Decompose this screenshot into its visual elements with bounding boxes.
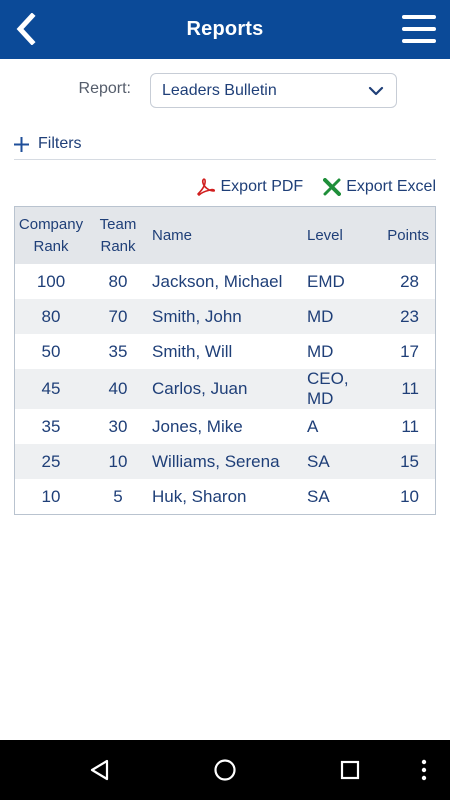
- report-label: Report:: [78, 80, 131, 97]
- menu-line-icon: [402, 15, 436, 19]
- cell-name: Huk, Sharon: [152, 486, 247, 506]
- table-body: 100 80 Jackson, Michael EMD 28 80 70 Smi…: [15, 264, 435, 514]
- table-row[interactable]: 35 30 Jones, Mike A 11: [15, 409, 435, 444]
- cell-company-rank: 10: [41, 486, 61, 506]
- more-vert-icon: [421, 759, 427, 781]
- cell-team-rank: 80: [108, 271, 128, 291]
- app-root: Reports Report: Leaders Bulletin Filters: [0, 0, 450, 800]
- nav-back-button[interactable]: [82, 740, 118, 800]
- cell-points: 23: [400, 306, 419, 326]
- cell-points: 28: [400, 271, 419, 291]
- pdf-icon: [196, 178, 215, 196]
- header-team-rank[interactable]: Team Rank: [87, 207, 149, 264]
- cell-company-rank: 45: [41, 379, 61, 398]
- filters-divider: [14, 159, 436, 160]
- cell-level: A: [307, 416, 319, 436]
- chevron-down-icon: [368, 86, 384, 96]
- cell-points: 15: [400, 451, 419, 471]
- table-row[interactable]: 45 40 Carlos, Juan CEO, MD 11: [15, 369, 435, 409]
- nav-more-button[interactable]: [412, 740, 436, 800]
- leaders-table: Company Rank Team Rank Name Level Points…: [14, 206, 436, 515]
- header-team-rank-line2: Rank: [100, 237, 136, 255]
- cell-level: SA: [307, 451, 330, 471]
- export-pdf-button[interactable]: Export PDF: [196, 177, 304, 197]
- report-dropdown[interactable]: Leaders Bulletin: [150, 73, 397, 108]
- cell-level: MD: [307, 341, 334, 361]
- cell-points: 10: [400, 486, 419, 506]
- cell-name: Carlos, Juan: [152, 379, 248, 398]
- plus-icon: [14, 136, 29, 152]
- export-actions: Export PDF Export Excel: [196, 175, 436, 199]
- cell-team-rank: 35: [108, 341, 128, 361]
- header-company-rank[interactable]: Company Rank: [15, 207, 87, 264]
- cell-name: Williams, Serena: [152, 451, 280, 471]
- header-level[interactable]: Level: [307, 207, 379, 264]
- table-row[interactable]: 80 70 Smith, John MD 23: [15, 299, 435, 334]
- cell-team-rank: 5: [113, 486, 123, 506]
- cell-points: 17: [400, 341, 419, 361]
- back-button[interactable]: [8, 10, 44, 48]
- nav-recents-button[interactable]: [332, 740, 368, 800]
- cell-company-rank: 35: [41, 416, 61, 436]
- cell-company-rank: 100: [36, 271, 66, 291]
- header-points[interactable]: Points: [379, 207, 435, 264]
- report-selector-row: Report: Leaders Bulletin: [0, 73, 450, 109]
- cell-level: CEO, MD: [307, 369, 349, 408]
- cell-points: 11: [401, 416, 419, 436]
- header-company-rank-line2: Rank: [33, 237, 69, 255]
- excel-icon: [323, 178, 342, 196]
- table-row[interactable]: 50 35 Smith, Will MD 17: [15, 334, 435, 369]
- report-table: Company Rank Team Rank Name Level Points…: [15, 207, 435, 514]
- table-header: Company Rank Team Rank Name Level Points: [15, 207, 435, 264]
- back-triangle-icon: [90, 759, 109, 781]
- header-team-rank-line1: Team: [99, 215, 137, 233]
- page-title: Reports: [186, 18, 264, 40]
- filters-toggle[interactable]: Filters: [13, 132, 82, 156]
- cell-points: 11: [401, 379, 419, 398]
- chevron-left-icon: [16, 13, 36, 45]
- cell-name: Jones, Mike: [152, 416, 243, 436]
- hamburger-menu-button[interactable]: [402, 15, 436, 43]
- table-header-row: Company Rank Team Rank Name Level Points: [15, 207, 435, 264]
- export-excel-button[interactable]: Export Excel: [323, 178, 436, 196]
- report-dropdown-value: Leaders Bulletin: [162, 81, 277, 99]
- cell-level: SA: [307, 486, 330, 506]
- home-circle-icon: [214, 759, 236, 781]
- export-pdf-label: Export PDF: [220, 178, 304, 195]
- cell-company-rank: 25: [41, 451, 61, 471]
- cell-name: Smith, Will: [152, 341, 233, 361]
- cell-name: Smith, John: [152, 306, 242, 326]
- cell-company-rank: 50: [41, 341, 61, 361]
- export-excel-label: Export Excel: [346, 178, 436, 195]
- cell-level: EMD: [307, 271, 345, 291]
- filters-label: Filters: [38, 135, 82, 152]
- cell-name: Jackson, Michael: [152, 271, 283, 291]
- nav-home-button[interactable]: [207, 740, 243, 800]
- table-row[interactable]: 10 5 Huk, Sharon SA 10: [15, 479, 435, 514]
- table-row[interactable]: 100 80 Jackson, Michael EMD 28: [15, 264, 435, 299]
- menu-line-icon: [402, 27, 436, 31]
- app-header: Reports: [0, 0, 450, 59]
- menu-line-icon: [402, 39, 436, 43]
- system-nav-bar: [0, 740, 450, 800]
- cell-team-rank: 10: [108, 451, 128, 471]
- cell-team-rank: 40: [108, 379, 128, 398]
- table-row[interactable]: 25 10 Williams, Serena SA 15: [15, 444, 435, 479]
- cell-company-rank: 80: [41, 306, 61, 326]
- header-company-rank-line1: Company: [18, 215, 84, 233]
- cell-level: MD: [307, 306, 334, 326]
- header-name[interactable]: Name: [149, 207, 307, 264]
- recents-square-icon: [340, 760, 360, 780]
- cell-team-rank: 70: [108, 306, 128, 326]
- cell-team-rank: 30: [108, 416, 128, 436]
